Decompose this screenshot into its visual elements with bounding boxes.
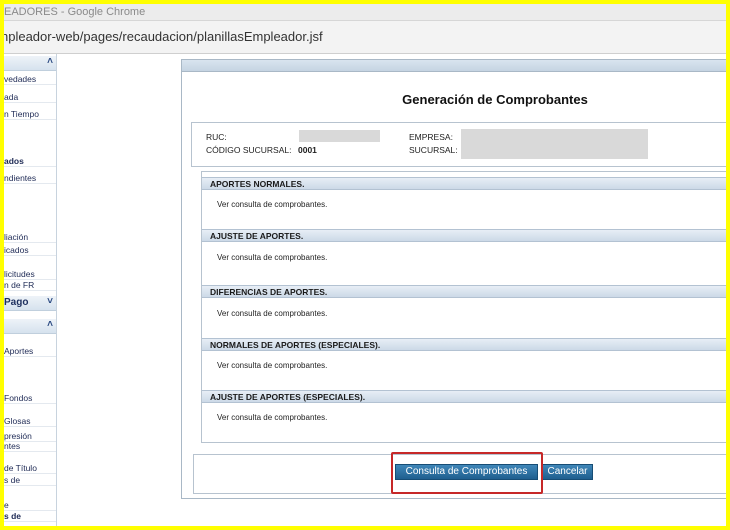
sidebar-section-label: Pago [4,297,29,308]
sidebar-section-header-1[interactable]: ˄ [4,56,56,71]
sidebar-item[interactable]: s de [4,511,56,522]
section-title: DIFERENCIAS DE APORTES. [210,287,328,297]
ver-consulta-link[interactable]: Ver consulta de comprobantes. [217,309,327,318]
highlight-box [391,452,543,494]
address-bar[interactable]: npleador-web/pages/recaudacion/planillas… [4,21,726,54]
sidebar-section-header-pago[interactable]: Pago ˅ [4,296,56,311]
sidebar-item[interactable]: ados [4,156,56,167]
sidebar-item[interactable]: vedades [4,74,56,85]
sidebar-item[interactable]: icados [4,245,56,256]
employer-info-box: RUC: CÓDIGO SUCURSAL: 0001 EMPRESA: SUCU… [191,122,726,167]
sidebar-item[interactable]: licitudes [4,269,56,280]
ruc-value-redacted [299,130,380,142]
section-title: NORMALES DE APORTES (ESPECIALES). [210,340,381,350]
sidebar-item[interactable]: s de [4,475,56,486]
sidebar-item[interactable]: ndientes [4,173,56,184]
sidebar-item[interactable]: ntes [4,441,56,452]
sidebar-item[interactable]: de Título [4,463,56,474]
codigo-sucursal-label: CÓDIGO SUCURSAL: [206,145,292,155]
section-title: APORTES NORMALES. [210,179,305,189]
sidebar-section-header-3[interactable]: ˄ [4,319,56,334]
ver-consulta-link[interactable]: Ver consulta de comprobantes. [217,361,327,370]
chevron-up-icon[interactable]: ˄ [47,56,53,67]
chevron-down-icon[interactable]: ˅ [47,296,53,307]
section-header: DIFERENCIAS DE APORTES. [202,285,726,298]
url-text[interactable]: npleador-web/pages/recaudacion/planillas… [4,29,323,44]
sidebar-item[interactable]: Glosas [4,416,56,427]
ver-consulta-link[interactable]: Ver consulta de comprobantes. [217,413,327,422]
section-header: APORTES NORMALES. [202,177,726,190]
sidebar: ˄ vedades ada n Tiempo ados ndientes lia… [4,54,57,526]
chevron-up-icon[interactable]: ˄ [47,319,53,330]
sidebar-item[interactable]: Fondos [4,393,56,404]
empresa-sucursal-value-redacted [461,129,648,159]
sucursal-label: SUCURSAL: [409,145,458,155]
ver-consulta-link[interactable]: Ver consulta de comprobantes. [217,253,327,262]
window-titlebar: EADORES - Google Chrome [4,4,726,21]
panel-header-bar [182,60,726,72]
ver-consulta-link[interactable]: Ver consulta de comprobantes. [217,200,327,209]
sidebar-item[interactable]: Aportes [4,346,56,357]
ruc-label: RUC: [206,132,227,142]
section-header: AJUSTE DE APORTES. [202,229,726,242]
sidebar-item[interactable]: ada [4,92,56,103]
section-title: AJUSTE DE APORTES. [210,231,304,241]
browser-frame: EADORES - Google Chrome npleador-web/pag… [4,4,726,526]
sidebar-item[interactable]: liación [4,232,56,243]
section-title: AJUSTE DE APORTES (ESPECIALES). [210,392,366,402]
sections-box: APORTES NORMALES. Ver consulta de compro… [201,171,726,443]
section-header: AJUSTE DE APORTES (ESPECIALES). [202,390,726,403]
empresa-label: EMPRESA: [409,132,453,142]
sidebar-item[interactable]: n de FR [4,280,56,291]
codigo-sucursal-value: 0001 [298,145,317,155]
section-header: NORMALES DE APORTES (ESPECIALES). [202,338,726,351]
cancelar-button[interactable]: Cancelar [542,464,593,480]
sidebar-item[interactable]: e [4,500,56,511]
sidebar-item[interactable]: n Tiempo [4,109,56,120]
page-title: Generación de Comprobantes [402,92,588,107]
window-title: EADORES - Google Chrome [4,6,146,18]
